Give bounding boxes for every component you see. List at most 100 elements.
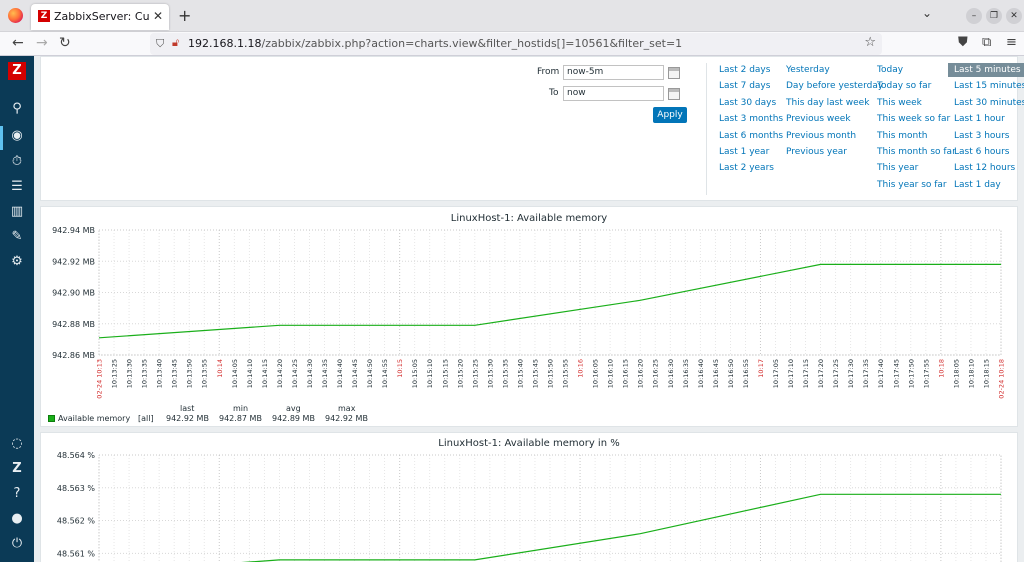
url-text[interactable]: 192.168.1.18/zabbix/zabbix.php?action=ch… (188, 37, 682, 50)
quick-range-link[interactable]: This year (877, 163, 918, 173)
x-tick-label: 10:14:50 (366, 359, 374, 388)
x-tick-label: 10:14:55 (381, 359, 389, 388)
quick-range-link[interactable]: Yesterday (786, 65, 830, 75)
x-tick-label: 10:14:30 (306, 359, 314, 388)
stopwatch-icon[interactable]: ⏱ (0, 154, 34, 169)
insecure-lock-icon[interactable]: 🔓︎ (172, 36, 179, 50)
power-icon[interactable]: ⏻ (0, 536, 34, 551)
quick-range-link[interactable]: Last 15 minutes (954, 81, 1024, 91)
from-input[interactable]: now-5m (563, 65, 664, 80)
quick-range-link[interactable]: Last 1 day (954, 180, 1001, 190)
graph-available-memory-percent: LinuxHost-1: Available memory in % 48.56… (40, 432, 1018, 562)
restore-icon[interactable]: ❐ (986, 8, 1002, 24)
shield-icon[interactable]: ⛉ (156, 37, 164, 51)
quick-range-link[interactable]: This day last week (786, 98, 869, 108)
quick-range-link[interactable]: Last 12 hours (954, 163, 1015, 173)
quick-range-link[interactable]: Last 30 minutes (954, 98, 1024, 108)
quick-range-link[interactable]: Last 5 minutes (948, 63, 1024, 77)
apply-button[interactable]: Apply (653, 107, 687, 123)
x-tick-label: 10:13:35 (141, 359, 149, 388)
x-tick-label: 10:17:55 (922, 359, 930, 388)
quick-range-link[interactable]: This week so far (877, 114, 950, 124)
gear-icon[interactable]: ⚙ (0, 254, 34, 269)
x-tick-label: 10:15:45 (531, 359, 539, 388)
x-tick-label: 02-24 10:13 (96, 359, 104, 399)
x-tick-label: 10:16:05 (592, 359, 600, 388)
eye-icon[interactable]: ◉ (0, 128, 34, 143)
user-icon[interactable]: ● (0, 511, 34, 526)
browser-tab-bar: Z ZabbixServer: Custom gr ✕ + ⌄ – ❐ ✕ (0, 0, 1024, 32)
x-tick-label: 10:16 (577, 359, 585, 378)
bar-chart-icon[interactable]: ▥ (0, 204, 34, 219)
chart-svg: 48.564 % 48.563 % 48.562 % 48.561 % (57, 451, 1002, 562)
y-tick-label: 942.90 MB (52, 289, 95, 298)
pocket-icon[interactable]: ⛊ (958, 35, 968, 50)
quick-range-link[interactable]: Last 6 months (719, 131, 783, 141)
x-tick-label: 10:15:25 (471, 359, 479, 388)
x-tick-label: 10:13:45 (171, 359, 179, 388)
quick-range-link[interactable]: This month so far (877, 147, 956, 157)
quick-range-link[interactable]: Today (877, 65, 903, 75)
extensions-icon[interactable]: ⧉ (982, 35, 991, 50)
x-tick-label: 10:13:55 (201, 359, 209, 388)
menu-icon[interactable]: ≡ (1006, 35, 1017, 50)
browser-tab[interactable]: Z ZabbixServer: Custom gr ✕ (31, 4, 169, 30)
quick-range-link[interactable]: Today so far (877, 81, 931, 91)
back-arrow-icon[interactable]: ← (12, 35, 24, 51)
x-tick-label: 10:16:40 (697, 359, 705, 388)
reload-icon[interactable]: ↻ (59, 35, 71, 51)
list-icon[interactable]: ☰ (0, 179, 34, 194)
quick-range-link[interactable]: Last 7 days (719, 81, 770, 91)
x-tick-label: 10:17 (757, 359, 765, 378)
x-tick-label: 10:15:30 (486, 359, 494, 388)
y-tick-label: 48.563 % (57, 484, 96, 493)
tab-title: ZabbixServer: Custom gr (54, 10, 149, 23)
help-icon[interactable]: ? (0, 486, 34, 501)
quick-range-link[interactable]: Last 1 year (719, 147, 769, 157)
quick-range-link[interactable]: Last 30 days (719, 98, 776, 108)
tab-list-chevron-down-icon[interactable]: ⌄ (922, 6, 932, 20)
zabbix-logo[interactable]: Z (8, 62, 26, 80)
x-tick-label: 10:15:15 (441, 359, 449, 388)
x-tick-label: 10:14:45 (351, 359, 359, 388)
quick-range-link[interactable]: Previous week (786, 114, 851, 124)
quick-range-link[interactable]: Last 2 years (719, 163, 774, 173)
close-window-icon[interactable]: ✕ (1006, 8, 1022, 24)
calendar-from-icon[interactable] (668, 67, 680, 79)
x-tick-label: 10:16:10 (607, 359, 615, 388)
quick-range-link[interactable]: Last 2 days (719, 65, 770, 75)
search-icon[interactable]: ⚲ (0, 101, 34, 116)
quick-range-link[interactable]: Last 1 hour (954, 114, 1005, 124)
quick-range-link[interactable]: Last 6 hours (954, 147, 1010, 157)
calendar-to-icon[interactable] (668, 88, 680, 100)
y-tick-label: 48.562 % (57, 517, 96, 526)
new-tab-icon[interactable]: + (178, 6, 191, 25)
support-icon[interactable]: ◌ (0, 436, 34, 451)
address-bar[interactable]: ⛉ 🔓︎ 192.168.1.18/zabbix/zabbix.php?acti… (150, 33, 882, 55)
forward-arrow-icon[interactable]: → (36, 35, 48, 51)
quick-range-link[interactable]: Previous month (786, 131, 856, 141)
bookmark-star-icon[interactable]: ☆ (864, 35, 876, 50)
x-tick-label: 10:18:05 (952, 359, 960, 388)
to-input[interactable]: now (563, 86, 664, 101)
x-tick-label: 10:15:35 (501, 359, 509, 388)
firefox-icon (8, 8, 23, 23)
close-tab-icon[interactable]: ✕ (153, 9, 163, 23)
x-tick-label: 10:13:50 (186, 359, 194, 388)
quick-range-link[interactable]: This week (877, 98, 922, 108)
chart-svg: 942.94 MB 942.92 MB 942.90 MB 942.88 MB 942.… (52, 226, 1005, 399)
quick-range-link[interactable]: Last 3 months (719, 114, 783, 124)
minimize-icon[interactable]: – (966, 8, 982, 24)
to-label: To (549, 88, 559, 98)
quick-range-link[interactable]: This year so far (877, 180, 947, 190)
quick-range-link[interactable]: This month (877, 131, 927, 141)
quick-range-link[interactable]: Previous year (786, 147, 847, 157)
quick-range-link[interactable]: Day before yesterday (786, 81, 883, 91)
zabbix-share-icon[interactable]: Z (0, 461, 34, 476)
x-tick-label: 10:17:50 (907, 359, 915, 388)
x-tick-label: 10:16:55 (742, 359, 750, 388)
y-tick-label: 942.88 MB (52, 320, 95, 329)
x-tick-label: 10:17:25 (832, 359, 840, 388)
quick-range-link[interactable]: Last 3 hours (954, 131, 1010, 141)
wrench-icon[interactable]: ✎ (0, 229, 34, 244)
